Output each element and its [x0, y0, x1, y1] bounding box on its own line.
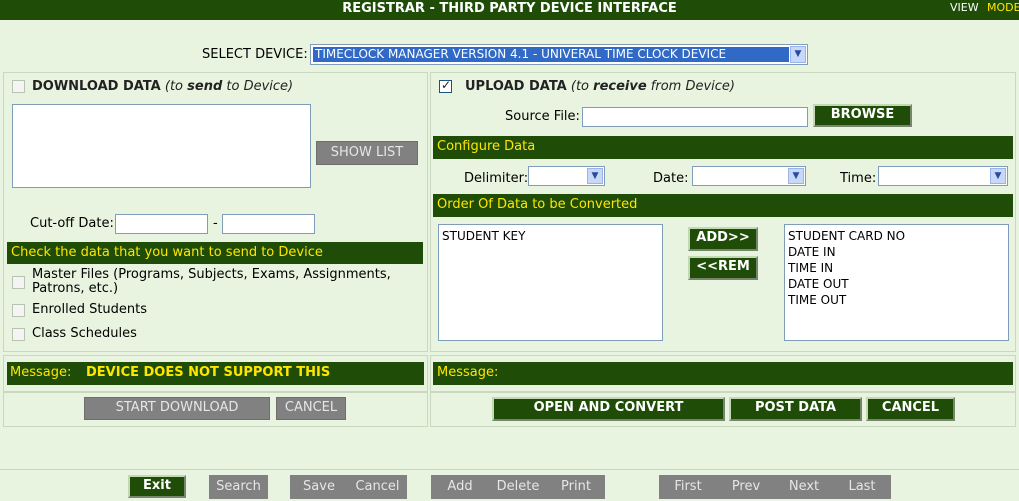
upload-data-title: UPLOAD DATA (to receive from Device): [465, 79, 735, 94]
delete-button[interactable]: Delete: [489, 475, 547, 499]
first-button[interactable]: First: [659, 475, 717, 499]
cutoff-date-dash: -: [213, 216, 218, 231]
chevron-down-icon[interactable]: ▼: [990, 168, 1006, 184]
upload-cancel-button[interactable]: CANCEL: [866, 397, 955, 421]
title-bar: REGISTRAR - THIRD PARTY DEVICE INTERFACE…: [0, 0, 1019, 20]
print-button[interactable]: Print: [547, 475, 605, 499]
save-button[interactable]: Save: [290, 475, 348, 499]
list-item[interactable]: TIME OUT: [788, 292, 846, 308]
add-button[interactable]: ADD>>: [688, 227, 758, 251]
download-data-title: DOWNLOAD DATA (to send to Device): [32, 79, 294, 94]
device-selected-value: TIMECLOCK MANAGER VERSION 4.1 - UNIVERAL…: [313, 47, 789, 62]
download-message-text: DEVICE DOES NOT SUPPORT THIS: [86, 365, 331, 380]
download-data-checkbox[interactable]: [12, 80, 25, 93]
date-label: Date:: [653, 171, 689, 186]
search-group: Search: [209, 475, 268, 499]
list-item[interactable]: TIME IN: [788, 260, 833, 276]
mode-link[interactable]: MODE: [987, 0, 1019, 16]
download-message-bar: Message: DEVICE DOES NOT SUPPORT THIS: [7, 362, 424, 385]
date-format-select[interactable]: ▼: [692, 166, 806, 186]
order-data-header: Order Of Data to be Converted: [433, 194, 1013, 217]
search-button[interactable]: Search: [209, 475, 268, 499]
download-list[interactable]: [12, 104, 311, 188]
view-link[interactable]: VIEW: [950, 0, 979, 16]
source-file-input[interactable]: [582, 107, 808, 127]
master-files-label: Master Files (Programs, Subjects, Exams,…: [32, 267, 391, 296]
add-record-button[interactable]: Add: [431, 475, 489, 499]
cancel-button[interactable]: Cancel: [348, 475, 407, 499]
prev-button[interactable]: Prev: [717, 475, 775, 499]
chevron-down-icon[interactable]: ▼: [790, 46, 806, 63]
delimiter-label: Delimiter:: [464, 171, 529, 186]
download-cancel-button[interactable]: CANCEL: [276, 397, 346, 420]
last-button[interactable]: Last: [833, 475, 891, 499]
next-button[interactable]: Next: [775, 475, 833, 499]
source-file-label: Source File:: [505, 109, 580, 124]
start-download-button[interactable]: START DOWNLOAD: [84, 397, 270, 420]
chevron-down-icon[interactable]: ▼: [587, 168, 603, 184]
page-title: REGISTRAR - THIRD PARTY DEVICE INTERFACE: [342, 1, 677, 16]
class-schedules-label: Class Schedules: [32, 326, 137, 341]
check-data-header: Check the data that you want to send to …: [7, 242, 423, 264]
enrolled-students-label: Enrolled Students: [32, 302, 148, 317]
master-files-checkbox[interactable]: [12, 276, 25, 289]
enrolled-students-checkbox[interactable]: [12, 304, 25, 317]
chevron-down-icon[interactable]: ▼: [788, 168, 804, 184]
configure-data-header: Configure Data: [433, 136, 1013, 159]
time-format-select[interactable]: ▼: [878, 166, 1008, 186]
list-item[interactable]: DATE IN: [788, 244, 836, 260]
show-list-button[interactable]: SHOW LIST: [316, 141, 418, 165]
remove-button[interactable]: <<REM: [688, 256, 758, 280]
delimiter-select[interactable]: ▼: [528, 166, 605, 186]
exit-button[interactable]: Exit: [128, 475, 186, 498]
list-item[interactable]: DATE OUT: [788, 276, 849, 292]
cutoff-date-to-input[interactable]: [222, 214, 315, 234]
navigation-group: First Prev Next Last: [659, 475, 891, 499]
class-schedules-checkbox[interactable]: [12, 328, 25, 341]
select-device-label: SELECT DEVICE:: [202, 47, 308, 62]
available-fields-list[interactable]: STUDENT KEY: [438, 224, 663, 341]
list-item[interactable]: STUDENT CARD NO: [788, 228, 905, 244]
device-select[interactable]: TIMECLOCK MANAGER VERSION 4.1 - UNIVERAL…: [310, 44, 808, 65]
cutoff-date-from-input[interactable]: [115, 214, 208, 234]
save-cancel-group: Save Cancel: [290, 475, 407, 499]
browse-button[interactable]: BROWSE: [813, 104, 912, 127]
time-label: Time:: [840, 171, 877, 186]
upload-message-label: Message:: [437, 365, 499, 380]
post-data-button[interactable]: POST DATA: [729, 397, 862, 421]
upload-data-checkbox[interactable]: [439, 78, 452, 93]
upload-message-bar: Message:: [433, 362, 1013, 385]
cutoff-date-label: Cut-off Date:: [30, 216, 114, 231]
download-message-label: Message:: [10, 365, 72, 380]
selected-fields-list[interactable]: STUDENT CARD NO DATE IN TIME IN DATE OUT…: [784, 224, 1009, 341]
open-and-convert-button[interactable]: OPEN AND CONVERT: [492, 397, 725, 421]
record-actions-group: Add Delete Print: [431, 475, 605, 499]
list-item[interactable]: STUDENT KEY: [442, 228, 525, 244]
